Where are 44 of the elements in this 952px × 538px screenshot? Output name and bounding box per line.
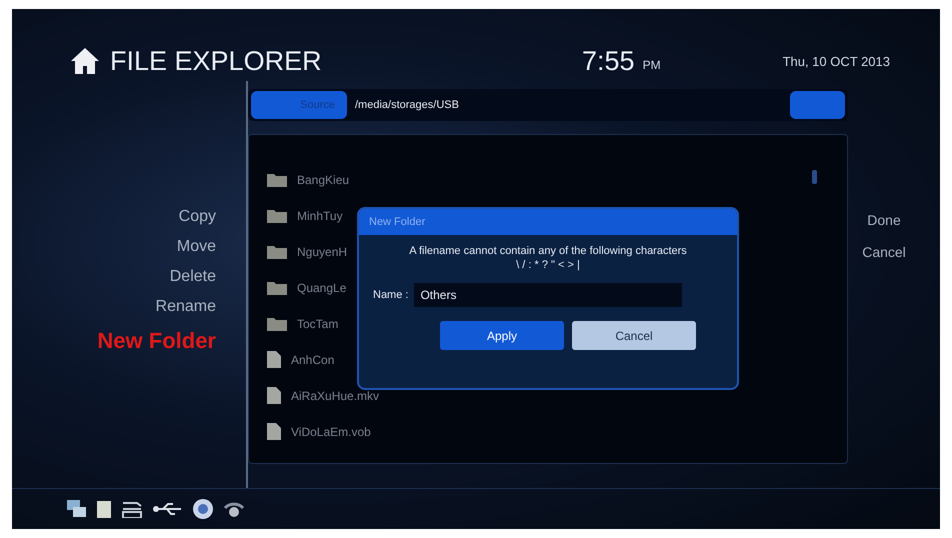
dialog-button[interactable]: Apply [440,321,564,350]
dialog-button[interactable]: Cancel [572,321,696,350]
menu-item[interactable]: Cancel [862,244,906,260]
menu-item[interactable]: Move [176,238,216,256]
clock-time: 7:55 [582,46,635,76]
sd-card-icon [121,500,143,518]
menu-item[interactable]: Delete [170,268,216,286]
folder-icon [267,280,287,295]
app-title: FILE EXPLORER [110,46,323,76]
dialog-title: New Folder [359,209,737,235]
file-name[interactable]: AnhCon [291,352,334,366]
home-icon [70,47,100,75]
date-text: Thu, 10 OCT 2013 [782,54,890,68]
name-label: Name : [373,289,408,301]
file-name[interactable]: BangKieu [297,172,350,186]
menu-item[interactable]: Copy [178,208,216,226]
forbidden-characters: \ / : * ? " < > | [516,259,580,271]
path-text: /media/storages/USB [355,99,460,111]
name-input[interactable]: Others [414,283,682,307]
dialog-message: A filename cannot contain any of the following characters [409,245,687,257]
file-name[interactable]: TocTam [297,316,338,330]
globe-icon [193,499,213,519]
file-name[interactable]: AiRaXuHue.mkv [291,388,380,402]
menu-item[interactable]: Done [867,212,901,228]
folder-icon [267,172,287,187]
card-icon [97,500,111,518]
wireless-icon [223,500,245,518]
network-icon [67,500,87,518]
scroll-thumb[interactable] [812,170,817,184]
file-name[interactable]: NguyenH [297,244,348,258]
folder-icon [267,208,287,223]
file-name[interactable]: QuangLe [297,280,346,294]
folder-icon [267,316,287,331]
file-icon [267,351,281,368]
file-icon [267,423,281,440]
file-name[interactable]: MinhTuy [297,208,343,222]
clock-period: PM [642,58,662,72]
blank-button[interactable] [790,91,845,119]
menu-item[interactable]: Rename [156,298,216,316]
file-icon [267,387,281,404]
menu-item[interactable]: New Folder [97,328,216,354]
file-name[interactable]: ViDoLaEm.vob [291,424,371,438]
usb-icon [153,502,183,516]
folder-icon [267,244,287,259]
